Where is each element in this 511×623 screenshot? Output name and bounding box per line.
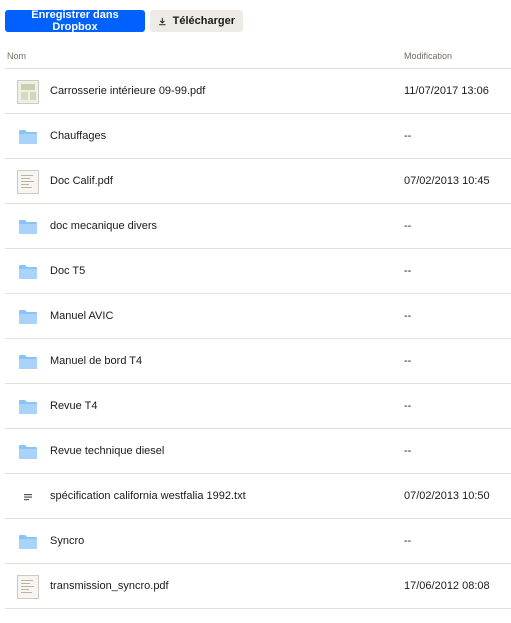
file-row[interactable]: transmission_syncro.pdf 17/06/2012 08:08 (5, 564, 511, 609)
file-icon-container (15, 79, 41, 105)
file-modified: -- (404, 265, 412, 277)
file-row[interactable]: Doc T5 -- (5, 249, 511, 294)
file-name[interactable]: Manuel AVIC (50, 310, 113, 322)
file-modified: 17/06/2012 08:08 (404, 580, 490, 592)
file-row[interactable]: Revue T4 -- (5, 384, 511, 429)
file-name[interactable]: transmission_syncro.pdf (50, 580, 169, 592)
download-icon (159, 17, 166, 25)
file-modified: 11/07/2017 13:06 (404, 85, 489, 97)
file-name[interactable]: Chauffages (50, 130, 106, 142)
file-modified: -- (404, 400, 412, 412)
name-column-header[interactable]: Nom (7, 51, 26, 61)
file-name[interactable]: doc mecanique divers (50, 220, 157, 232)
file-name[interactable]: Revue T4 (50, 400, 98, 412)
pdf-thumbnail-icon (17, 80, 39, 104)
file-icon-container (15, 574, 41, 600)
file-name[interactable]: Doc T5 (50, 265, 85, 277)
folder-icon (19, 220, 37, 234)
folder-icon (19, 265, 37, 279)
file-modified: -- (404, 535, 412, 547)
folder-icon (19, 400, 37, 414)
file-modified: -- (404, 130, 412, 142)
file-row[interactable]: Doc Calif.pdf 07/02/2013 10:45 (5, 159, 511, 204)
folder-icon (19, 535, 37, 549)
folder-icon (19, 445, 37, 459)
file-icon-container (15, 484, 41, 510)
file-name[interactable]: Doc Calif.pdf (50, 175, 113, 187)
file-modified: -- (404, 355, 412, 367)
file-modified: -- (404, 445, 412, 457)
file-icon-container (15, 214, 41, 240)
file-row[interactable]: Chauffages -- (5, 114, 511, 159)
toolbar: Enregistrer dans Dropbox Télécharger (5, 9, 243, 33)
folder-icon (19, 130, 37, 144)
file-row[interactable]: doc mecanique divers -- (5, 204, 511, 249)
file-row[interactable]: spécification california westfalia 1992.… (5, 474, 511, 519)
file-row[interactable]: Manuel de bord T4 -- (5, 339, 511, 384)
text-file-icon (24, 494, 32, 501)
pdf-thumbnail-icon (17, 170, 39, 194)
file-modified: 07/02/2013 10:45 (404, 175, 490, 187)
file-name[interactable]: Syncro (50, 535, 84, 547)
file-name[interactable]: Carrosserie intérieure 09-99.pdf (50, 85, 205, 97)
file-icon-container (15, 349, 41, 375)
modified-column-header[interactable]: Modification (404, 51, 452, 61)
save-to-dropbox-button[interactable]: Enregistrer dans Dropbox (5, 9, 145, 33)
folder-icon (19, 355, 37, 369)
file-icon-container (15, 259, 41, 285)
file-row[interactable]: Syncro -- (5, 519, 511, 564)
file-list-header: Nom Modification (5, 44, 511, 69)
file-modified: -- (404, 220, 412, 232)
download-button[interactable]: Télécharger (150, 10, 243, 32)
file-name[interactable]: spécification california westfalia 1992.… (50, 490, 246, 502)
file-row[interactable]: Manuel AVIC -- (5, 294, 511, 339)
file-icon-container (15, 169, 41, 195)
folder-icon (19, 310, 37, 324)
download-label: Télécharger (172, 15, 235, 27)
file-row[interactable]: Revue technique diesel -- (5, 429, 511, 474)
file-name[interactable]: Manuel de bord T4 (50, 355, 142, 367)
file-icon-container (15, 394, 41, 420)
file-row[interactable]: Carrosserie intérieure 09-99.pdf 11/07/20… (5, 69, 511, 114)
file-icon-container (15, 304, 41, 330)
file-list: Carrosserie intérieure 09-99.pdf 11/07/20… (5, 69, 511, 609)
file-modified: 07/02/2013 10:50 (404, 490, 490, 502)
file-icon-container (15, 529, 41, 555)
pdf-thumbnail-icon (17, 575, 39, 599)
file-icon-container (15, 124, 41, 150)
file-name[interactable]: Revue technique diesel (50, 445, 164, 457)
file-modified: -- (404, 310, 412, 322)
file-icon-container (15, 439, 41, 465)
